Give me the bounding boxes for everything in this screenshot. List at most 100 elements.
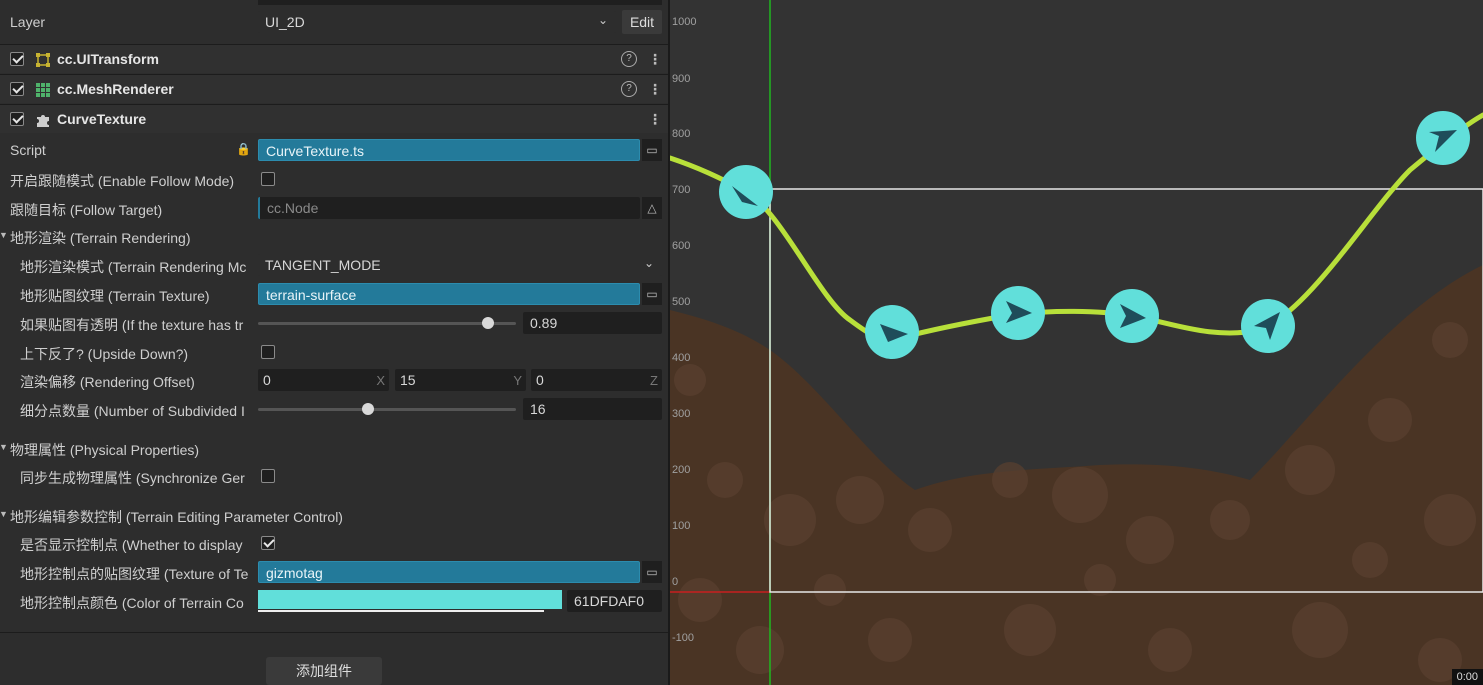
y-tick: 800 — [672, 128, 691, 140]
mesh-grid-icon — [36, 83, 50, 97]
physical-section[interactable]: ▼ 物理属性 (Physical Properties) — [0, 435, 668, 461]
ctrl-color-label: 地形控制点颜色 (Color of Terrain Co — [20, 595, 244, 611]
ctrl-color-row: 地形控制点颜色 (Color of Terrain Co 61DFDAF0 — [0, 587, 668, 615]
asset-locate-icon[interactable]: ▭ — [642, 139, 662, 161]
render-offset-label: 渲染偏移 (Rendering Offset) — [20, 374, 195, 390]
control-point[interactable] — [1105, 289, 1159, 343]
control-point[interactable] — [1416, 111, 1470, 165]
transparent-input[interactable]: 0.89 — [523, 312, 662, 334]
y-tick: 900 — [672, 73, 691, 85]
collapse-arrow-icon[interactable]: ▼ — [0, 442, 8, 452]
field-edge — [258, 0, 662, 5]
transparent-label: 如果贴图有透明 (If the texture has tr — [20, 317, 244, 333]
axis-x-label: X — [376, 373, 385, 388]
follow-mode-row: 开启跟随模式 (Enable Follow Mode) — [0, 165, 668, 193]
more-icon[interactable]: ⋮ — [648, 111, 662, 127]
transform-icon — [36, 53, 50, 67]
divider-line — [0, 632, 668, 633]
terrain-rendering-section[interactable]: ▼ 地形渲染 (Terrain Rendering) — [0, 223, 668, 249]
render-mode-row: 地形渲染模式 (Terrain Rendering Mc TANGENT_MOD… — [0, 251, 668, 279]
alpha-bar — [258, 610, 544, 612]
more-icon[interactable]: ⋮ — [648, 81, 662, 97]
component-title: cc.MeshRenderer — [57, 81, 174, 97]
subdivided-slider[interactable] — [258, 408, 516, 411]
component-curvetexture[interactable]: CurveTexture ⋮ — [0, 104, 668, 133]
layer-label: Layer — [10, 14, 46, 30]
layer-select[interactable]: UI_2D ⌄ — [258, 11, 616, 33]
show-ctrl-row: 是否显示控制点 (Whether to display — [0, 529, 668, 557]
transparent-slider[interactable] — [258, 322, 516, 325]
ctrl-texture-label: 地形控制点的贴图纹理 (Texture of Te — [20, 566, 249, 582]
y-tick: 300 — [672, 408, 691, 420]
sync-physics-label: 同步生成物理属性 (Synchronize Ger — [20, 470, 245, 486]
script-label: Script — [10, 142, 46, 158]
scene-viewport[interactable]: 1000 900 800 700 600 500 400 300 200 100… — [670, 0, 1483, 685]
y-tick: -100 — [672, 632, 695, 644]
inspector-panel: Layer UI_2D ⌄ Edit cc.UITransform ? ⋮ cc… — [0, 0, 668, 685]
lock-icon: 🔒 — [236, 142, 251, 156]
subdivided-input[interactable]: 16 — [523, 398, 662, 420]
enable-checkbox-uitransform[interactable] — [10, 52, 24, 66]
follow-target-field[interactable]: cc.Node — [258, 197, 640, 219]
render-mode-label: 地形渲染模式 (Terrain Rendering Mc — [20, 259, 247, 275]
color-swatch[interactable] — [258, 590, 562, 609]
collapse-arrow-icon[interactable]: ▼ — [0, 509, 8, 519]
render-mode-select[interactable]: TANGENT_MODE ⌄ — [258, 254, 662, 276]
y-tick: 500 — [672, 296, 691, 308]
component-meshrenderer[interactable]: cc.MeshRenderer ? ⋮ — [0, 74, 668, 103]
terrain-texture-row: 地形贴图纹理 (Terrain Texture) terrain-surface… — [0, 280, 668, 308]
layer-row: Layer UI_2D ⌄ Edit — [0, 8, 668, 36]
control-point[interactable] — [865, 305, 919, 359]
render-offset-row: 渲染偏移 (Rendering Offset) 0 X 15 Y 0 Z — [0, 366, 668, 394]
upside-down-checkbox[interactable] — [261, 345, 275, 359]
script-row: Script 🔒 CurveTexture.ts ▭ — [0, 136, 668, 164]
slider-knob[interactable] — [362, 403, 374, 415]
show-ctrl-label: 是否显示控制点 (Whether to display — [20, 537, 243, 553]
offset-x-input[interactable]: 0 X — [258, 369, 389, 391]
offset-z-input[interactable]: 0 Z — [531, 369, 662, 391]
ctrl-texture-field[interactable]: gizmotag — [258, 561, 640, 583]
control-point[interactable] — [1241, 299, 1295, 353]
asset-locate-icon[interactable]: ▭ — [642, 283, 662, 305]
asset-locate-icon[interactable]: ▭ — [642, 561, 662, 583]
control-point[interactable] — [719, 165, 773, 219]
help-icon[interactable]: ? — [621, 51, 637, 67]
more-icon[interactable]: ⋮ — [648, 51, 662, 67]
terrain-texture-field[interactable]: terrain-surface — [258, 283, 640, 305]
follow-target-label: 跟随目标 (Follow Target) — [10, 202, 163, 218]
sync-physics-checkbox[interactable] — [261, 469, 275, 483]
upside-down-label: 上下反了? (Upside Down?) — [20, 346, 189, 362]
script-asset-field[interactable]: CurveTexture.ts — [258, 139, 640, 161]
offset-y-input[interactable]: 15 Y — [395, 369, 526, 391]
sync-physics-row: 同步生成物理属性 (Synchronize Ger — [0, 462, 668, 490]
add-component-button[interactable]: 添加组件 — [266, 657, 382, 685]
axis-z-label: Z — [650, 373, 658, 388]
follow-mode-checkbox[interactable] — [261, 172, 275, 186]
section-title: 地形编辑参数控制 (Terrain Editing Parameter Cont… — [10, 509, 343, 525]
component-title: CurveTexture — [57, 111, 147, 127]
terrain-editing-section[interactable]: ▼ 地形编辑参数控制 (Terrain Editing Parameter Co… — [0, 502, 668, 528]
edit-button[interactable]: Edit — [622, 10, 662, 34]
y-tick: 100 — [672, 520, 691, 532]
chevron-down-icon: ⌄ — [597, 13, 608, 27]
collapse-arrow-icon[interactable]: ▼ — [0, 230, 8, 240]
follow-mode-label: 开启跟随模式 (Enable Follow Mode) — [10, 173, 235, 189]
show-ctrl-checkbox[interactable] — [261, 536, 275, 550]
component-uitransform[interactable]: cc.UITransform ? ⋮ — [0, 44, 668, 73]
ctrl-color-hex[interactable]: 61DFDAF0 — [567, 590, 662, 612]
axis-y-label: Y — [513, 373, 522, 388]
section-title: 物理属性 (Physical Properties) — [10, 442, 200, 458]
control-point[interactable] — [991, 286, 1045, 340]
enable-checkbox-curvetexture[interactable] — [10, 112, 24, 126]
terrain-texture-label: 地形贴图纹理 (Terrain Texture) — [20, 288, 210, 304]
slider-knob[interactable] — [482, 317, 494, 329]
timer-badge: 0:00 — [1451, 669, 1483, 685]
help-icon[interactable]: ? — [621, 81, 637, 97]
node-picker-icon[interactable]: △ — [642, 197, 662, 219]
puzzle-icon — [37, 115, 49, 127]
offset-z-value: 0 — [536, 372, 544, 388]
subdivided-label: 细分点数量 (Number of Subdivided I — [20, 403, 245, 419]
follow-target-row: 跟随目标 (Follow Target) cc.Node △ — [0, 194, 668, 222]
enable-checkbox-meshrenderer[interactable] — [10, 82, 24, 96]
layer-value: UI_2D — [265, 14, 305, 30]
